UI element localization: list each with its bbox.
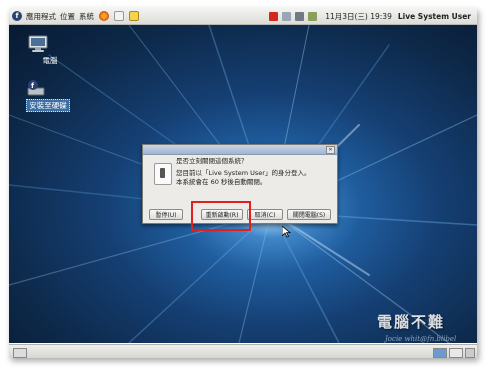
computer-icon — [28, 35, 61, 53]
firefox-launcher-icon[interactable] — [99, 11, 109, 21]
mouse-cursor-icon — [282, 226, 291, 238]
battery-icon[interactable] — [308, 11, 318, 21]
install-to-disk-icon: f — [27, 79, 59, 97]
system-menu[interactable]: 系統 — [79, 11, 94, 22]
close-icon[interactable]: ✕ — [326, 146, 335, 154]
volume-icon[interactable] — [295, 11, 305, 21]
fedora-logo-icon[interactable]: f — [12, 11, 22, 21]
bottom-panel — [9, 344, 477, 358]
dialog-message-line1: 您目前以「Live System User」的身分登入。 — [176, 169, 311, 177]
desktop-icon-install[interactable]: f 安裝至硬碟 — [25, 79, 71, 112]
dialog-text: 是否立刻關閉這個系統？ 您目前以「Live System User」的身分登入。… — [176, 157, 310, 187]
desktop-icon-label: 安裝至硬碟 — [26, 99, 70, 112]
watermark-subtext: Jocie whit@fn.blibel — [385, 335, 457, 343]
highlight-box — [191, 201, 251, 231]
desktop-icon-computer[interactable]: 電腦 — [27, 35, 73, 66]
shutdown-device-icon — [154, 163, 172, 185]
show-desktop-icon[interactable] — [13, 348, 27, 358]
workspace-2[interactable] — [449, 348, 463, 358]
dialog-titlebar[interactable]: ✕ — [143, 145, 337, 155]
network-icon[interactable] — [282, 11, 292, 21]
dialog-question: 是否立刻關閉這個系統？ — [176, 157, 248, 165]
cancel-button[interactable]: 取消(C) — [247, 209, 283, 220]
watermark-text: 電腦不難 — [377, 313, 446, 331]
dialog-message-line2: 本系統會在 60 秒後自動關閉。 — [176, 178, 267, 186]
top-panel: f 應用程式 位置 系統 11月3日(三) 19:39 Live System … — [9, 8, 477, 25]
user-switcher[interactable]: Live System User — [398, 12, 471, 21]
update-alert-icon[interactable] — [269, 11, 279, 21]
trash-icon[interactable] — [465, 348, 475, 358]
desktop-icon-label: 電腦 — [42, 56, 58, 65]
shutdown-button[interactable]: 關閉電腦(S) — [287, 209, 331, 220]
workspace-1[interactable] — [433, 348, 447, 358]
panel-clock[interactable]: 11月3日(三) 19:39 — [325, 11, 392, 22]
places-menu[interactable]: 位置 — [60, 11, 75, 22]
applications-menu[interactable]: 應用程式 — [26, 11, 56, 22]
mail-launcher-icon[interactable] — [114, 11, 124, 21]
notes-launcher-icon[interactable] — [129, 11, 139, 21]
suspend-button[interactable]: 暫停(U) — [149, 209, 183, 220]
